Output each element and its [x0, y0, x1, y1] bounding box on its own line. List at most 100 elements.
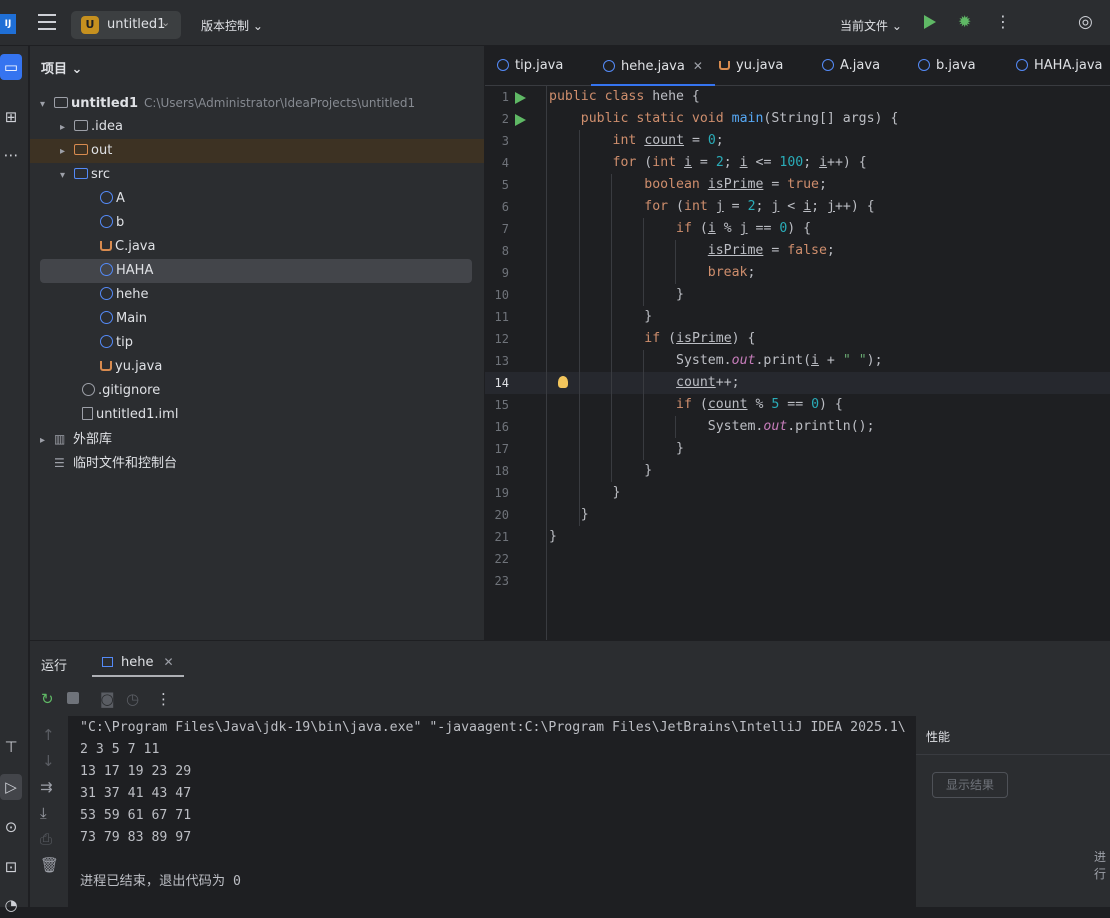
- chevron-down-icon: ⌄: [71, 62, 83, 77]
- tree-item-class[interactable]: b: [40, 211, 472, 235]
- console-line: 31 37 41 43 47: [80, 786, 192, 801]
- run-config-selector[interactable]: 当前文件 ⌄: [840, 17, 902, 34]
- class-icon: [100, 311, 113, 324]
- project-panel-title[interactable]: 项目 ⌄: [41, 58, 82, 77]
- module-file-icon: [82, 407, 93, 420]
- line-number: 3: [501, 134, 509, 148]
- more-icon[interactable]: ⋮: [156, 690, 171, 708]
- run-gutter-icon[interactable]: [515, 114, 526, 126]
- code-editor[interactable]: public class hehe { public static void m…: [485, 86, 1110, 640]
- line-number: 6: [501, 200, 509, 214]
- line-number: 15: [494, 398, 509, 412]
- arrow-up-icon[interactable]: ↑: [42, 726, 55, 744]
- services-icon[interactable]: ⊙: [0, 814, 22, 840]
- ai-assistant-icon[interactable]: ◎: [1078, 12, 1093, 32]
- line-number: 14: [494, 376, 509, 390]
- tab-hehe[interactable]: hehe.java ✕: [591, 46, 715, 86]
- tree-item-java-file[interactable]: C.java: [40, 235, 472, 259]
- console-output[interactable]: "C:\Program Files\Java\jdk-19\bin\java.e…: [68, 716, 915, 907]
- chevron-down-icon: ▾: [40, 99, 46, 110]
- scroll-to-end-icon[interactable]: ⤓: [40, 804, 47, 822]
- code-line: }: [549, 529, 557, 544]
- tree-item-class[interactable]: Main: [40, 307, 472, 331]
- module-folder-icon: [54, 97, 68, 108]
- main-menu-icon[interactable]: [38, 14, 56, 30]
- vcs-menu[interactable]: 版本控制 ⌄: [201, 17, 263, 34]
- tab-haha[interactable]: HAHA.java: [1016, 46, 1102, 86]
- close-icon[interactable]: ✕: [693, 59, 703, 73]
- line-number: 17: [494, 442, 509, 456]
- tree-item-iml[interactable]: untitled1.iml: [40, 403, 472, 427]
- build-icon[interactable]: ⊤: [0, 734, 22, 760]
- tree-item-idea[interactable]: ▸ .idea: [40, 115, 472, 139]
- run-icon[interactable]: [924, 15, 936, 29]
- code-line: System.out.println();: [549, 419, 875, 434]
- line-number: 18: [494, 464, 509, 478]
- line-number: 22: [494, 552, 509, 566]
- code-line: isPrime = false;: [707, 243, 835, 258]
- folder-icon[interactable]: ▭: [0, 54, 22, 80]
- line-number: 11: [494, 310, 509, 324]
- problems-icon[interactable]: ◔: [0, 892, 22, 918]
- arrow-down-icon[interactable]: ↓: [42, 752, 55, 770]
- project-switcher[interactable]: U untitled1 ⌄: [71, 11, 181, 39]
- run-tool-icon[interactable]: ▷: [0, 774, 22, 800]
- scratches-icon: ☰: [54, 456, 65, 470]
- console-line: 13 17 19 23 29: [80, 764, 192, 779]
- chevron-right-icon: ▸: [40, 435, 46, 446]
- tab-b[interactable]: b.java: [918, 46, 976, 86]
- terminal-icon[interactable]: ⊡: [0, 854, 22, 880]
- tree-item-scratches[interactable]: ☰ 临时文件和控制台: [40, 451, 472, 475]
- camera-icon: ◙: [100, 690, 115, 708]
- print-icon: ⎙: [40, 830, 53, 848]
- tree-item-external-libraries[interactable]: ▸ ▥ 外部库: [40, 427, 472, 451]
- soft-wrap-icon[interactable]: ⇉: [40, 778, 53, 796]
- line-number: 5: [501, 178, 509, 192]
- profiler-icon: ◷: [126, 690, 140, 708]
- performance-truncated-text: 进行: [1094, 850, 1107, 881]
- chevron-down-icon: ⌄: [891, 19, 902, 33]
- code-line: if (isPrime) {: [644, 331, 756, 346]
- code-line: }: [549, 309, 653, 324]
- tree-item-class-selected[interactable]: HAHA: [40, 259, 472, 283]
- tree-item-out[interactable]: ▸ out: [30, 139, 484, 163]
- tree-item-class[interactable]: tip: [40, 331, 472, 355]
- class-icon: [100, 191, 113, 204]
- tree-item-class[interactable]: hehe: [40, 283, 472, 307]
- tab-tip[interactable]: tip.java: [497, 46, 563, 86]
- debug-icon[interactable]: ✹: [958, 12, 971, 31]
- code-line: public class hehe {: [549, 89, 700, 104]
- line-number: 19: [494, 486, 509, 500]
- tree-item-class[interactable]: A: [40, 187, 472, 211]
- run-gutter-icon[interactable]: [515, 92, 526, 104]
- structure-icon[interactable]: ⊞: [0, 104, 22, 130]
- code-line: }: [549, 507, 589, 522]
- rerun-icon[interactable]: ↻: [41, 690, 54, 708]
- close-icon[interactable]: ✕: [163, 655, 173, 669]
- editor-tabs: tip.java hehe.java ✕ yu.java A.java b.jav…: [485, 46, 1110, 86]
- title-bar: IJ U untitled1 ⌄ 版本控制 ⌄ 当前文件 ⌄ ✹ ⋮ ◎: [0, 0, 1110, 46]
- code-line: if (count % 5 == 0) {: [676, 397, 843, 412]
- more-icon[interactable]: ⋮: [995, 12, 1011, 31]
- show-results-button[interactable]: 显示结果: [932, 772, 1008, 798]
- tree-item-gitignore[interactable]: .gitignore: [40, 379, 472, 403]
- tree-item-java-file[interactable]: yu.java: [40, 355, 472, 379]
- console-line: 53 59 61 67 71: [80, 808, 192, 823]
- chevron-right-icon: ▸: [60, 122, 66, 133]
- tree-item-src[interactable]: ▾ src: [40, 163, 472, 187]
- gutter-divider: [546, 86, 547, 640]
- class-icon: [822, 59, 834, 71]
- more-tools-icon[interactable]: ⋯: [0, 142, 22, 168]
- code-line: for (int j = 2; j < i; j++) {: [644, 199, 875, 214]
- ignore-file-icon: [82, 383, 95, 396]
- tree-item-root[interactable]: ▾ untitled1 C:\Users\Administrator\IdeaPro…: [40, 91, 472, 115]
- folder-icon: [74, 120, 88, 131]
- trash-icon[interactable]: 🗑: [40, 856, 59, 874]
- code-line: break;: [707, 265, 756, 280]
- java-file-icon: [100, 361, 112, 371]
- tab-yu[interactable]: yu.java: [719, 46, 783, 86]
- run-tab-hehe[interactable]: hehe ✕: [92, 647, 184, 677]
- project-panel: 项目 ⌄ ▾ untitled1 C:\Users\Administrator\Id…: [30, 46, 484, 640]
- stop-icon[interactable]: [67, 692, 79, 704]
- tab-a[interactable]: A.java: [822, 46, 880, 86]
